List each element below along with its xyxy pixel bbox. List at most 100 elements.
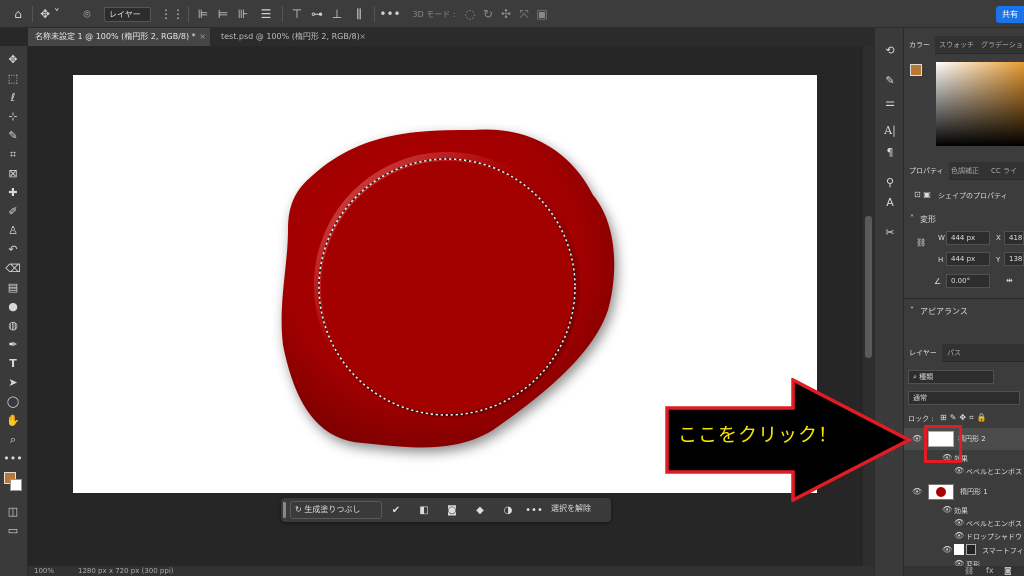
close-icon[interactable]: ×	[359, 28, 366, 46]
appearance-header[interactable]: アピアランス	[920, 306, 968, 317]
slide-3d-icon[interactable]: ⤧	[518, 6, 530, 22]
generative-fill-button[interactable]: ↻ 生成塗りつぶし	[290, 501, 382, 519]
add-mask-icon[interactable]: ◙	[1004, 566, 1012, 575]
quick-mask-icon[interactable]: ◫	[4, 504, 22, 519]
styles-icon[interactable]: A	[882, 194, 898, 210]
height-field[interactable]: 444 px	[946, 252, 990, 266]
eye-icon[interactable]: 👁	[942, 505, 952, 514]
transform-controls-icon[interactable]: ⋮⋮	[160, 6, 184, 22]
zoom-tool-icon[interactable]: ⌕	[4, 432, 22, 447]
layer-effect-bevel[interactable]: 👁 ベベルとエンボス	[904, 517, 1024, 529]
fill-selection-icon[interactable]: ◆	[473, 503, 487, 517]
angle-field[interactable]: 0.00°	[946, 274, 990, 288]
invert-selection-icon[interactable]: ◧	[417, 503, 431, 517]
dodge-tool-icon[interactable]: ◍	[4, 318, 22, 333]
tab-color[interactable]: カラー	[904, 36, 935, 54]
layer-effect-drop-shadow[interactable]: 👁 ドロップシャドウ	[904, 530, 1024, 542]
hand-tool-icon[interactable]: ✋	[4, 413, 22, 428]
frame-tool-icon[interactable]: ⊠	[4, 166, 22, 181]
brush-settings-icon[interactable]: ✎	[882, 72, 898, 88]
transform-header[interactable]: 変形	[920, 214, 936, 225]
distribute-icon[interactable]: ☰	[258, 6, 274, 22]
marquee-tool-icon[interactable]: ⬚	[4, 71, 22, 86]
align-right-icon[interactable]: ⊪	[236, 6, 250, 22]
tab-adjustments[interactable]: 色調補正	[946, 162, 984, 180]
drag-handle[interactable]	[283, 502, 286, 518]
align-middle-icon[interactable]: ⊶	[310, 6, 324, 22]
transform-chevron-icon[interactable]: ˅	[910, 214, 914, 223]
glyphs-icon[interactable]: ⚲	[882, 174, 898, 190]
adjustment-layer-icon[interactable]: ◑	[501, 503, 515, 517]
move-tool-icon[interactable]: ✥ ˅	[38, 6, 62, 22]
gradient-tool-icon[interactable]: ▤	[4, 280, 22, 295]
crop-tool-icon[interactable]: ⌗	[4, 147, 22, 162]
tab-cc-libraries[interactable]: CC ライ	[986, 162, 1022, 180]
tool-presets-icon[interactable]: ✂	[882, 224, 898, 240]
eraser-tool-icon[interactable]: ⌫	[4, 261, 22, 276]
auto-select-icon[interactable]: ⌾	[78, 6, 96, 22]
deselect-button[interactable]: 選択を解除	[551, 503, 591, 514]
pen-tool-icon[interactable]: ✒	[4, 337, 22, 352]
drag-3d-icon[interactable]: ✣	[500, 6, 512, 22]
layer-thumbnail[interactable]	[928, 484, 954, 500]
color-swatches[interactable]	[4, 472, 24, 496]
layer-row-ellipse-2[interactable]: 👁 楕円形 2	[904, 428, 1024, 450]
share-button[interactable]: 共有	[996, 6, 1024, 23]
flip-horizontal-icon[interactable]: ⇹	[1006, 276, 1013, 285]
tab-properties[interactable]: プロパティ	[904, 162, 949, 180]
layer-row-smart-filter[interactable]: 👁 スマートフィル	[904, 542, 1024, 558]
screen-mode-icon[interactable]: ▭	[4, 523, 22, 538]
move-tool-icon[interactable]: ✥	[4, 52, 22, 67]
tab-layers[interactable]: レイヤー	[904, 344, 942, 362]
link-icon[interactable]: ⛓	[916, 238, 926, 247]
scrollbar-thumb[interactable]	[865, 216, 872, 358]
eye-icon[interactable]: 👁	[954, 466, 964, 475]
modify-selection-icon[interactable]: ✔	[389, 503, 403, 517]
filter-icon-thumbnail[interactable]	[966, 544, 976, 555]
layer-effects-row[interactable]: 👁 効果	[904, 504, 1024, 516]
align-top-icon[interactable]: ⊤	[290, 6, 304, 22]
ellipse-tool-icon[interactable]: ◯	[4, 394, 22, 409]
paragraph-icon[interactable]: ¶	[882, 144, 898, 160]
layer-name[interactable]: 楕円形 1	[960, 487, 988, 497]
history-brush-icon[interactable]: ↶	[4, 242, 22, 257]
close-icon[interactable]: ×	[199, 28, 206, 46]
blend-mode-dropdown[interactable]: 通常	[908, 391, 1020, 405]
align-bottom-icon[interactable]: ⊥	[330, 6, 344, 22]
tab-gradients[interactable]: グラデーション	[976, 36, 1024, 54]
more-options-icon[interactable]: •••	[525, 503, 543, 517]
x-field[interactable]: 418 p	[1004, 231, 1024, 245]
appearance-chevron-icon[interactable]: ˅	[910, 306, 914, 315]
layer-effect-bevel[interactable]: 👁 ベベルとエンボス	[904, 465, 1024, 477]
orbit-3d-icon[interactable]: ◌	[464, 6, 476, 22]
blur-tool-icon[interactable]: ●	[4, 299, 22, 314]
mask-icon[interactable]: ◙	[445, 503, 459, 517]
width-field[interactable]: 444 px	[946, 231, 990, 245]
more-options-icon[interactable]: •••	[379, 6, 400, 22]
layer-name[interactable]: 楕円形 2	[958, 434, 986, 444]
align-center-icon[interactable]: ⊨	[216, 6, 230, 22]
tab-document-2[interactable]: test.psd @ 100% (楕円形 2, RGB/8) ×	[214, 28, 370, 46]
tab-paths[interactable]: パス	[942, 344, 966, 362]
y-field[interactable]: 138 p	[1004, 252, 1024, 266]
background-color[interactable]	[10, 479, 22, 491]
more-tools-icon[interactable]: •••	[3, 451, 22, 466]
tab-swatches[interactable]: スウォッチ	[934, 36, 979, 54]
eye-icon[interactable]: 👁	[954, 518, 964, 527]
object-select-tool-icon[interactable]: ⊹	[4, 109, 22, 124]
tab-document-1[interactable]: 名称未設定 1 @ 100% (楕円形 2, RGB/8) * ×	[28, 28, 210, 46]
layer-row-ellipse-1[interactable]: 👁 楕円形 1	[904, 481, 1024, 503]
lasso-tool-icon[interactable]: ℓ	[4, 90, 22, 105]
fx-icon[interactable]: fx	[986, 566, 994, 575]
home-icon[interactable]: ⌂	[10, 6, 26, 22]
layer-effects-row[interactable]: 👁 効果	[904, 452, 1024, 464]
roll-3d-icon[interactable]: ↻	[482, 6, 494, 22]
scale-3d-icon[interactable]: ▣	[536, 6, 548, 22]
history-icon[interactable]: ⟲	[882, 42, 898, 58]
lock-icons[interactable]: ⊞✎✥⌗🔒	[940, 413, 990, 423]
adjustments-icon[interactable]: ⚌	[882, 94, 898, 110]
eye-icon[interactable]: 👁	[954, 531, 964, 540]
stamp-tool-icon[interactable]: ♙	[4, 223, 22, 238]
brush-tool-icon[interactable]: ✐	[4, 204, 22, 219]
document-info[interactable]: 1280 px x 720 px (300 ppi)	[78, 566, 174, 576]
